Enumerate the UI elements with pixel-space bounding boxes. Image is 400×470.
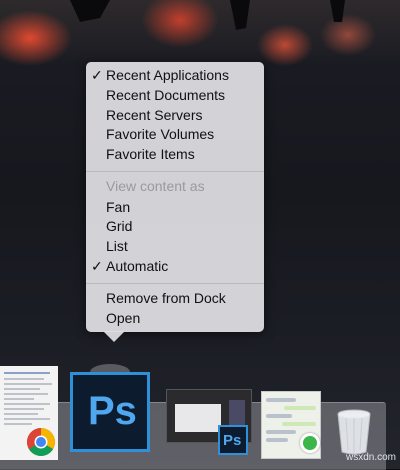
menu-item-recent-applications[interactable]: ✓ Recent Applications — [91, 66, 229, 85]
menu-item-automatic[interactable]: ✓ Automatic — [91, 257, 168, 276]
menu-section-header-view-content: View content as — [106, 178, 205, 194]
menu-separator — [86, 171, 264, 172]
dock-stack-context-menu: ✓ Recent Applications Recent Documents R… — [86, 62, 264, 332]
menu-item-favorite-volumes[interactable]: Favorite Volumes — [106, 125, 214, 144]
menu-item-recent-documents[interactable]: Recent Documents — [106, 86, 225, 105]
menu-item-remove-from-dock[interactable]: Remove from Dock — [106, 289, 226, 308]
menu-item-favorite-items[interactable]: Favorite Items — [106, 145, 195, 164]
airplane-wing-graphic — [70, 0, 345, 30]
menu-item-grid[interactable]: Grid — [106, 217, 132, 236]
photoshop-icon[interactable]: Ps — [70, 372, 150, 452]
menu-item-recent-servers[interactable]: Recent Servers — [106, 106, 202, 125]
photoshop-small-icon[interactable]: Ps — [218, 425, 248, 455]
phone-icon[interactable] — [300, 433, 320, 453]
checkmark-icon: ✓ — [91, 258, 103, 274]
trash-icon[interactable] — [334, 408, 374, 456]
menu-item-list[interactable]: List — [106, 237, 128, 256]
menu-separator — [86, 283, 264, 284]
checkmark-icon: ✓ — [91, 67, 103, 83]
watermark: wsxdn.com — [346, 452, 397, 463]
menu-item-open[interactable]: Open — [106, 309, 140, 328]
chrome-icon[interactable] — [26, 427, 56, 457]
menu-item-fan[interactable]: Fan — [106, 198, 130, 217]
menu-pointer-arrow — [103, 331, 125, 342]
